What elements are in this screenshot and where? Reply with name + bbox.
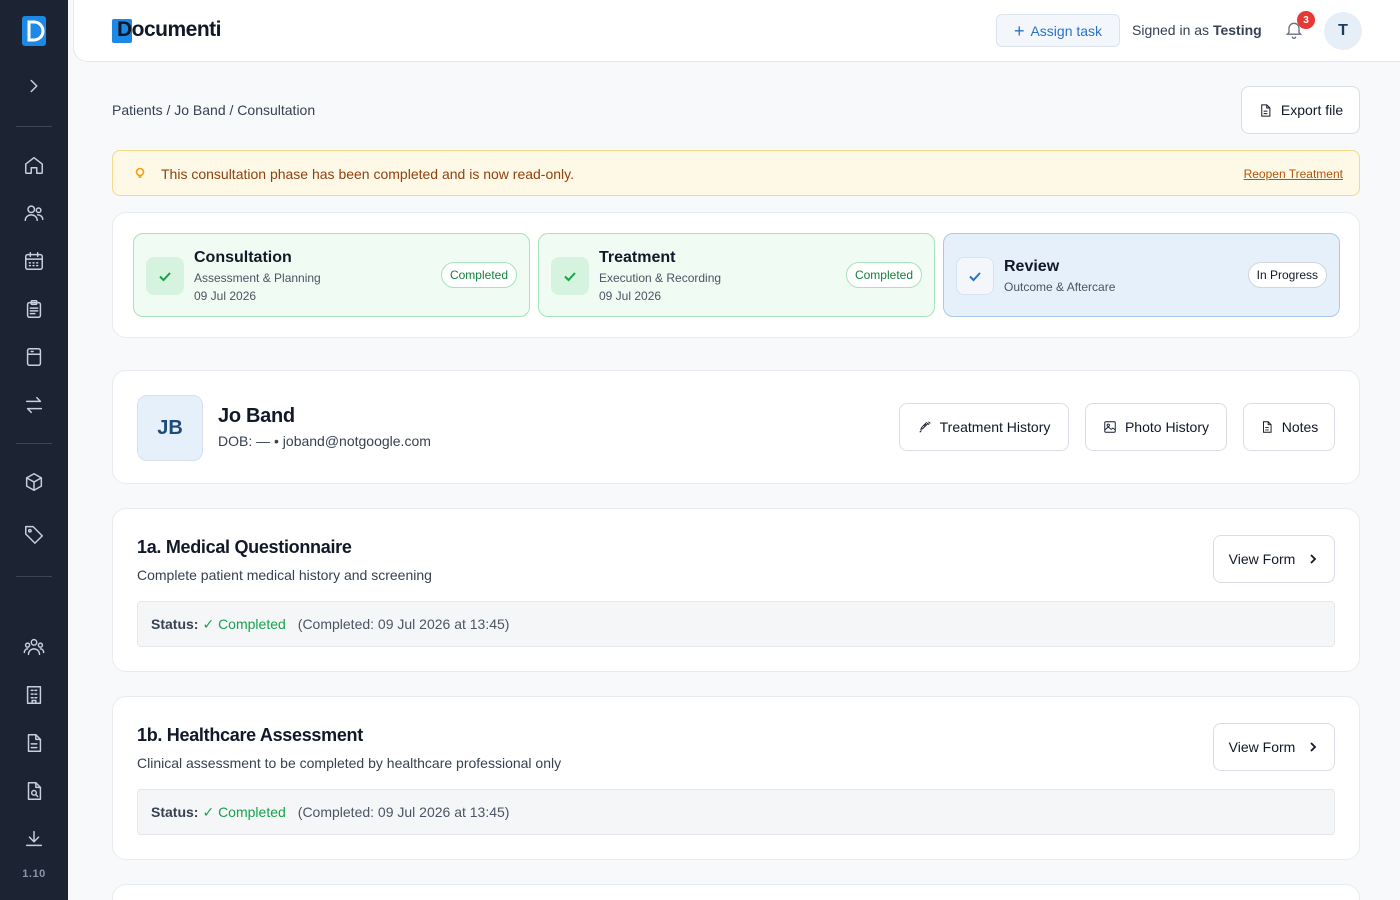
notes-label: Notes — [1281, 419, 1319, 435]
sidebar-divider — [16, 576, 52, 577]
notes-button[interactable]: Notes — [1243, 403, 1335, 451]
tag-icon[interactable] — [18, 518, 50, 550]
assign-task-label: Assign task — [1030, 22, 1103, 39]
chevron-right-icon — [1310, 554, 1317, 564]
status-label: Status: — [151, 616, 199, 632]
phase-date: 09 Jul 2026 — [599, 289, 662, 303]
form-description: Clinical assessment to be completed by h… — [137, 755, 562, 771]
team-icon[interactable] — [18, 631, 50, 663]
lightbulb-icon — [135, 167, 145, 178]
expand-sidebar-icon[interactable] — [18, 70, 50, 102]
calendar-icon[interactable] — [18, 245, 50, 277]
app-logo-icon[interactable] — [22, 16, 46, 46]
sidebar: 1.10 — [0, 0, 68, 900]
brand-name: Documenti — [117, 18, 222, 41]
patient-avatar: JB — [137, 395, 203, 461]
assign-task-button[interactable]: + Assign task — [996, 14, 1120, 47]
document-icon[interactable] — [18, 727, 50, 759]
form-description: Complete patient medical history and scr… — [137, 567, 432, 583]
status-value: ✓ Completed — [202, 803, 286, 820]
check-icon — [146, 257, 184, 295]
completed-timestamp: (Completed: 09 Jul 2026 at 13:45) — [297, 616, 510, 632]
treatment-history-button[interactable]: Treatment History — [899, 403, 1069, 451]
phase-consultation[interactable]: Consultation Assessment & Planning 09 Ju… — [133, 233, 530, 317]
check-icon — [956, 257, 994, 295]
note-icon — [1262, 421, 1272, 433]
export-file-label: Export file — [1280, 102, 1344, 118]
photo-history-button[interactable]: Photo History — [1085, 403, 1227, 451]
status-label: Status: — [151, 804, 199, 820]
view-form-label: View Form — [1228, 739, 1296, 755]
form-card-medical-questionnaire: 1a. Medical Questionnaire Complete patie… — [112, 508, 1360, 672]
form-card-next — [112, 884, 1360, 900]
form-title: 1a. Medical Questionnaire — [137, 537, 352, 557]
patient-card: JB Jo Band DOB: — • joband@notgoogle.com… — [112, 370, 1360, 484]
view-form-button[interactable]: View Form — [1213, 723, 1335, 771]
phase-subtitle: Outcome & Aftercare — [1004, 280, 1116, 294]
patient-name: Jo Band — [218, 405, 295, 427]
products-icon[interactable] — [18, 466, 50, 498]
phase-subtitle: Execution & Recording — [599, 271, 722, 285]
treatment-history-label: Treatment History — [939, 419, 1051, 435]
plus-icon: + — [1013, 20, 1025, 41]
phase-title: Consultation — [194, 249, 292, 266]
status-badge: Completed — [845, 262, 922, 288]
top-bar: Documenti + Assign task Signed in as Tes… — [73, 0, 1400, 62]
file-icon — [1261, 103, 1271, 117]
phase-date: 09 Jul 2026 — [194, 289, 257, 303]
sidebar-divider — [16, 126, 52, 127]
document-search-icon[interactable] — [18, 775, 50, 807]
completed-timestamp: (Completed: 09 Jul 2026 at 13:45) — [297, 804, 510, 820]
transfer-icon[interactable] — [18, 389, 50, 421]
phase-subtitle: Assessment & Planning — [194, 271, 321, 285]
brand-logo[interactable]: Documenti — [112, 17, 222, 43]
clipboard-icon[interactable] — [18, 293, 50, 325]
user-avatar[interactable]: T — [1324, 12, 1362, 50]
building-icon[interactable] — [18, 679, 50, 711]
phase-title: Treatment — [599, 249, 676, 266]
patient-details: DOB: — • joband@notgoogle.com — [218, 433, 431, 449]
chevron-right-icon — [1310, 742, 1317, 752]
signed-in-status: Signed in as Testing — [1132, 22, 1262, 38]
image-icon — [1104, 421, 1116, 433]
status-value: ✓ Completed — [202, 615, 286, 632]
records-icon[interactable] — [18, 341, 50, 373]
form-card-healthcare-assessment: 1b. Healthcare Assessment Clinical asses… — [112, 696, 1360, 860]
photo-history-label: Photo History — [1124, 419, 1210, 435]
breadcrumb[interactable]: Patients / Jo Band / Consultation — [112, 102, 315, 118]
notification-count-badge: 3 — [1297, 11, 1315, 29]
form-status-bar: Status: ✓ Completed (Completed: 09 Jul 2… — [137, 789, 1335, 835]
status-badge: In Progress — [1247, 262, 1327, 288]
phase-stepper: Consultation Assessment & Planning 09 Ju… — [112, 212, 1360, 338]
syringe-icon — [919, 421, 931, 433]
home-icon[interactable] — [18, 149, 50, 181]
phase-treatment[interactable]: Treatment Execution & Recording 09 Jul 2… — [538, 233, 935, 317]
sidebar-divider — [16, 443, 52, 444]
signed-in-prefix: Signed in as — [1132, 22, 1210, 38]
status-badge: Completed — [440, 262, 517, 288]
signed-in-user: Testing — [1212, 22, 1262, 38]
read-only-alert: This consultation phase has been complet… — [112, 150, 1360, 196]
patients-icon[interactable] — [18, 197, 50, 229]
export-file-button[interactable]: Export file — [1241, 86, 1360, 134]
check-icon — [551, 257, 589, 295]
download-icon[interactable] — [18, 823, 50, 855]
form-title: 1b. Healthcare Assessment — [137, 725, 363, 745]
view-form-button[interactable]: View Form — [1213, 535, 1335, 583]
reopen-treatment-link[interactable]: Reopen Treatment — [1244, 167, 1343, 181]
phase-review[interactable]: Review Outcome & Aftercare In Progress — [943, 233, 1340, 317]
form-status-bar: Status: ✓ Completed (Completed: 09 Jul 2… — [137, 601, 1335, 647]
view-form-label: View Form — [1228, 551, 1296, 567]
phase-title: Review — [1004, 258, 1060, 275]
alert-message: This consultation phase has been complet… — [161, 166, 574, 182]
app-version: 1.10 — [22, 868, 46, 880]
